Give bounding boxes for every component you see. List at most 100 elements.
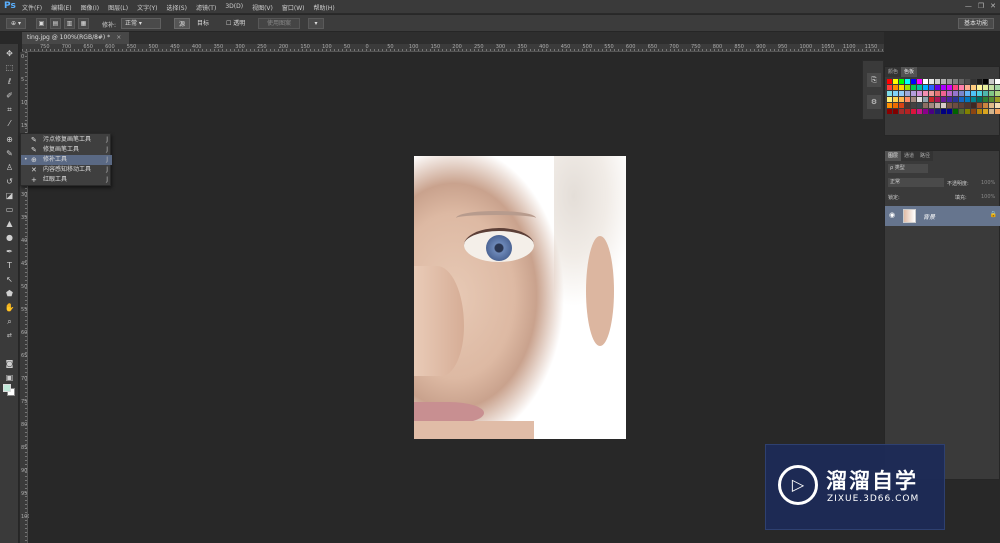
swatch-cell[interactable] (971, 85, 976, 90)
swatch-cell[interactable] (971, 79, 976, 84)
swatch-cell[interactable] (959, 103, 964, 108)
hand-tool-icon[interactable]: ✋ (3, 302, 16, 313)
pattern-dropdown-icon[interactable]: ▾ (308, 18, 324, 29)
minimize-button[interactable]: — (965, 2, 972, 10)
swatch-cell[interactable] (905, 91, 910, 96)
menu-item-8[interactable]: 视图(V) (252, 3, 273, 12)
swatch-cell[interactable] (911, 91, 916, 96)
swatch-cell[interactable] (917, 97, 922, 102)
swatch-cell[interactable] (965, 85, 970, 90)
blur-tool-icon[interactable]: ▲ (3, 218, 16, 229)
swatch-cell[interactable] (995, 103, 1000, 108)
swatch-cell[interactable] (953, 91, 958, 96)
swatch-cell[interactable] (989, 85, 994, 90)
swatch-cell[interactable] (935, 97, 940, 102)
swatch-cell[interactable] (899, 97, 904, 102)
swatch-cell[interactable] (947, 97, 952, 102)
swatch-cell[interactable] (971, 103, 976, 108)
close-button[interactable]: ✕ (990, 2, 996, 10)
swatch-cell[interactable] (983, 79, 988, 84)
tool-menu-item[interactable]: + 红眼工具 J (21, 175, 112, 185)
swatch-cell[interactable] (995, 85, 1000, 90)
swatch-cell[interactable] (965, 79, 970, 84)
swatch-cell[interactable] (887, 103, 892, 108)
swatch-cell[interactable] (929, 85, 934, 90)
swatch-cell[interactable] (893, 91, 898, 96)
menu-item-7[interactable]: 3D(D) (225, 3, 243, 12)
swatch-cell[interactable] (929, 97, 934, 102)
swatch-cell[interactable] (971, 91, 976, 96)
swatch-cell[interactable] (935, 109, 940, 114)
workspace-button[interactable]: 基本功能 (957, 18, 994, 29)
swatch-cell[interactable] (965, 91, 970, 96)
clone-stamp-tool-icon[interactable]: ♙ (3, 162, 16, 173)
swatch-cell[interactable] (917, 109, 922, 114)
swatch-cell[interactable] (923, 79, 928, 84)
swatch-cell[interactable] (983, 109, 988, 114)
tab-channels[interactable]: 通道 (901, 151, 918, 161)
swatch-cell[interactable] (911, 97, 916, 102)
swatch-cell[interactable] (989, 91, 994, 96)
close-tab-icon[interactable]: × (116, 34, 121, 41)
move-tool-icon[interactable]: ✥ (3, 48, 16, 59)
swatch-cell[interactable] (917, 103, 922, 108)
layer-name[interactable]: 背景 (923, 212, 935, 221)
menu-item-3[interactable]: 图层(L) (108, 3, 128, 12)
tool-menu-item[interactable]: • ⊕ 修补工具 J (21, 155, 112, 165)
swatch-cell[interactable] (917, 85, 922, 90)
swatch-cell[interactable] (893, 103, 898, 108)
swatch-cell[interactable] (929, 109, 934, 114)
transparent-checkbox[interactable]: ☐ 透明 (222, 18, 249, 29)
menu-item-9[interactable]: 窗口(W) (282, 3, 305, 12)
menu-item-2[interactable]: 图像(I) (81, 3, 99, 12)
swatch-cell[interactable] (923, 91, 928, 96)
swatch-cell[interactable] (941, 97, 946, 102)
shape-tool-icon[interactable]: ⬟ (3, 288, 16, 299)
swatch-cell[interactable] (941, 85, 946, 90)
swatch-cell[interactable] (935, 85, 940, 90)
swatch-cell[interactable] (935, 91, 940, 96)
swatch-cell[interactable] (899, 103, 904, 108)
swatch-cell[interactable] (977, 91, 982, 96)
swatch-cell[interactable] (911, 109, 916, 114)
swatch-cell[interactable] (977, 103, 982, 108)
swatch-cell[interactable] (923, 97, 928, 102)
swatch-cell[interactable] (887, 79, 892, 84)
swatch-cell[interactable] (953, 97, 958, 102)
swatch-cell[interactable] (911, 85, 916, 90)
target-toggle[interactable]: 目标 (193, 18, 213, 29)
swatch-cell[interactable] (977, 97, 982, 102)
document-tab[interactable]: ting.jpg @ 100%(RGB/8#) * × (22, 32, 130, 44)
swatch-cell[interactable] (989, 103, 994, 108)
swatch-cell[interactable] (947, 109, 952, 114)
swatch-cell[interactable] (971, 109, 976, 114)
eyedropper-tool-icon[interactable]: ⁄ (3, 118, 16, 129)
visibility-eye-icon[interactable]: ◉ (889, 211, 895, 219)
swatch-cell[interactable] (959, 97, 964, 102)
swatch-cell[interactable] (899, 91, 904, 96)
history-brush-tool-icon[interactable]: ↺ (3, 176, 16, 187)
layer-kind-filter[interactable]: ρ 类型 (888, 164, 928, 173)
pen-tool-icon[interactable]: ✒ (3, 246, 16, 257)
tab-swatches[interactable]: 色板 (901, 67, 918, 77)
foreground-color-swatch[interactable] (3, 384, 11, 392)
blend-mode-select[interactable]: 正常 (888, 178, 944, 187)
swatch-cell[interactable] (887, 91, 892, 96)
swatch-cell[interactable] (905, 109, 910, 114)
swatch-cell[interactable] (959, 91, 964, 96)
swatch-cell[interactable] (905, 85, 910, 90)
tab-layers[interactable]: 图层 (885, 151, 902, 161)
swatch-cell[interactable] (983, 103, 988, 108)
swatch-cell[interactable] (899, 79, 904, 84)
menu-item-1[interactable]: 编辑(E) (51, 3, 71, 12)
eraser-tool-icon[interactable]: ◪ (3, 190, 16, 201)
swatch-cell[interactable] (953, 109, 958, 114)
swatch-cell[interactable] (977, 79, 982, 84)
swatch-cell[interactable] (887, 85, 892, 90)
swatch-cell[interactable] (941, 109, 946, 114)
swatch-cell[interactable] (887, 109, 892, 114)
swatch-cell[interactable] (989, 97, 994, 102)
layer-row-background[interactable]: ◉ 背景 🔒 (885, 206, 1000, 226)
menu-item-4[interactable]: 文字(Y) (137, 3, 157, 12)
properties-panel-icon[interactable]: ⚙ (867, 95, 881, 109)
